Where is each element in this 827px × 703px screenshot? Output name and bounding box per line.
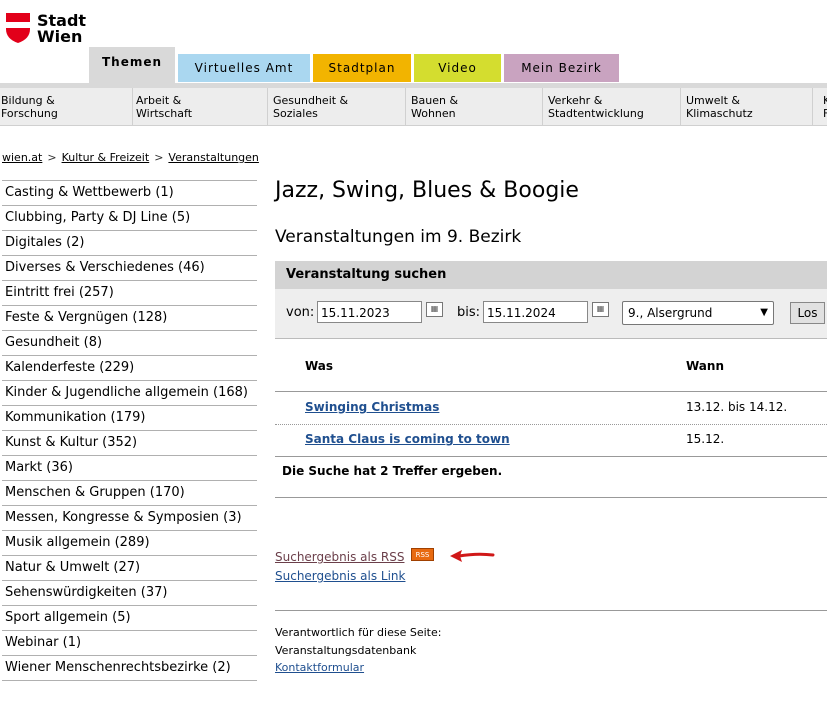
event-date: 15.12. [686,432,725,446]
sidebar-item[interactable]: Diverses & Verschiedenes (46) [2,255,257,280]
col-was: Was [305,359,334,373]
logo-line-2: Wien [37,27,83,46]
tab-label: Virtuelles Amt [194,61,294,75]
rss-icon[interactable]: RSS [411,548,434,561]
calendar-icon[interactable]: ▦ [426,302,443,317]
rss-link[interactable]: Suchergebnis als RSS [275,550,404,564]
sidebar-item[interactable]: Messen, Kongresse & Symposien (3) [2,505,257,530]
category-sidebar: Casting & Wettbewerb (1) Clubbing, Party… [2,180,257,681]
tab-label: Mein Bezirk [521,61,602,75]
search-submit-button[interactable]: Los [790,302,825,324]
topic-label-line1: Umwelt & [686,94,740,107]
sidebar-item[interactable]: Eintritt frei (257) [2,280,257,305]
search-form: von: 15.11.2023 ▦ bis: 15.11.2024 ▦ 9., … [275,289,827,339]
to-date-input[interactable]: 15.11.2024 [483,301,588,323]
sidebar-item[interactable]: Kinder & Jugendliche allgemein (168) [2,380,257,405]
results-summary: Die Suche hat 2 Treffer ergeben. [282,464,503,478]
topic-label-line2: Stadtentwicklung [548,107,644,120]
sidebar-item[interactable]: Kunst & Kultur (352) [2,430,257,455]
event-link[interactable]: Swinging Christmas [305,400,439,414]
breadcrumb-veranstaltungen[interactable]: Veranstaltungen [168,151,259,164]
footer-responsible: Verantwortlich für diese Seite: [275,626,442,639]
sidebar-item[interactable]: Gesundheit (8) [2,330,257,355]
tab-stadtplan[interactable]: Stadtplan [313,54,411,82]
link-link[interactable]: Suchergebnis als Link [275,569,405,583]
topic-label-line2: Forschung [1,107,58,120]
topic-label-line2: Wohnen [411,107,456,120]
breadcrumb: wien.at > Kultur & Freizeit > Veranstaltunge… [2,151,259,164]
tab-label: Video [438,61,477,75]
divider [275,456,827,457]
sidebar-item[interactable]: Markt (36) [2,455,257,480]
topic-label-line2: Wirtschaft [136,107,193,120]
topic-bildung-forschung[interactable]: Bildung & Forschung [0,88,133,125]
calendar-icon[interactable]: ▦ [592,302,609,317]
tab-mein-bezirk[interactable]: Mein Bezirk [504,54,619,82]
divider [275,391,827,392]
sidebar-item[interactable]: Menschen & Gruppen (170) [2,480,257,505]
topic-label-line1: Verkehr & [548,94,603,107]
main-tabs: Themen Virtuelles Amt Stadtplan Video Me… [0,47,827,84]
topic-verkehr-stadtentwicklung[interactable]: Verkehr & Stadtentwicklung [547,88,681,125]
logo-wordmark: Stadt Wien [37,13,86,45]
sidebar-item[interactable]: Natur & Umwelt (27) [2,555,257,580]
from-label: von: [286,305,315,320]
footer-department: Veranstaltungsdatenbank [275,644,417,657]
sidebar-item[interactable]: Feste & Vergnügen (128) [2,305,257,330]
tab-themen[interactable]: Themen [89,47,175,84]
stadt-wien-logo[interactable]: Stadt Wien [6,13,86,47]
topic-gesundheit-soziales[interactable]: Gesundheit & Soziales [272,88,406,125]
event-date: 13.12. bis 14.12. [686,400,788,414]
topic-label-line1: Bauen & [411,94,459,107]
sidebar-item[interactable]: Webinar (1) [2,630,257,655]
chevron-down-icon: ▼ [760,307,768,318]
event-link[interactable]: Santa Claus is coming to town [305,432,510,446]
breadcrumb-kultur-freizeit[interactable]: Kultur & Freizeit [62,151,150,164]
page-title: Jazz, Swing, Blues & Boogie [275,178,579,203]
topic-label-line1: Bildung & [1,94,55,107]
sidebar-item[interactable]: Sehenswürdigkeiten (37) [2,580,257,605]
page-subtitle: Veranstaltungen im 9. Bezirk [275,227,522,247]
tab-label: Stadtplan [328,61,396,75]
district-select[interactable]: 9., Alsergrund ▼ [622,301,774,325]
chevron-right-icon: > [47,151,57,164]
divider [275,497,827,498]
topic-label-line1: Arbeit & [136,94,182,107]
topic-label-line2: Soziales [273,107,318,120]
topic-arbeit-wirtschaft[interactable]: Arbeit & Wirtschaft [135,88,268,125]
tab-virtuelles-amt[interactable]: Virtuelles Amt [178,54,310,82]
topic-label-line2: F [823,107,827,120]
sidebar-item[interactable]: Musik allgemein (289) [2,530,257,555]
search-heading: Veranstaltung suchen [275,261,827,289]
breadcrumb-home[interactable]: wien.at [2,151,42,164]
divider [275,424,827,425]
vienna-shield-icon [6,13,30,43]
divider [275,610,827,611]
topic-nav: Bildung & Forschung Arbeit & Wirtschaft Ge… [0,88,827,126]
topic-label-line1: Gesundheit & [273,94,349,107]
sidebar-item[interactable]: Sport allgemein (5) [2,605,257,630]
district-selected: 9., Alsergrund [628,306,713,320]
from-date-input[interactable]: 15.11.2023 [317,301,422,323]
col-wann: Wann [686,359,724,373]
sidebar-item[interactable]: Kalenderfeste (229) [2,355,257,380]
to-label: bis: [457,305,481,320]
topic-bauen-wohnen[interactable]: Bauen & Wohnen [410,88,543,125]
topic-label-line2: Klimaschutz [686,107,753,120]
sidebar-item[interactable]: Clubbing, Party & DJ Line (5) [2,205,257,230]
chevron-right-icon: > [154,151,164,164]
sidebar-item[interactable]: Digitales (2) [2,230,257,255]
topic-label-line1: K [823,94,827,107]
contact-form-link[interactable]: Kontaktformular [275,661,364,674]
sidebar-item[interactable]: Kommunikation (179) [2,405,257,430]
sidebar-item[interactable]: Casting & Wettbewerb (1) [2,180,257,205]
tab-video[interactable]: Video [414,54,501,82]
sidebar-item[interactable]: Wiener Menschenrechtsbezirke (2) [2,655,257,681]
arrow-left-icon [450,550,495,562]
topic-umwelt-klimaschutz[interactable]: Umwelt & Klimaschutz [685,88,813,125]
tab-label: Themen [101,55,163,69]
topic-more[interactable]: KF [822,88,827,125]
